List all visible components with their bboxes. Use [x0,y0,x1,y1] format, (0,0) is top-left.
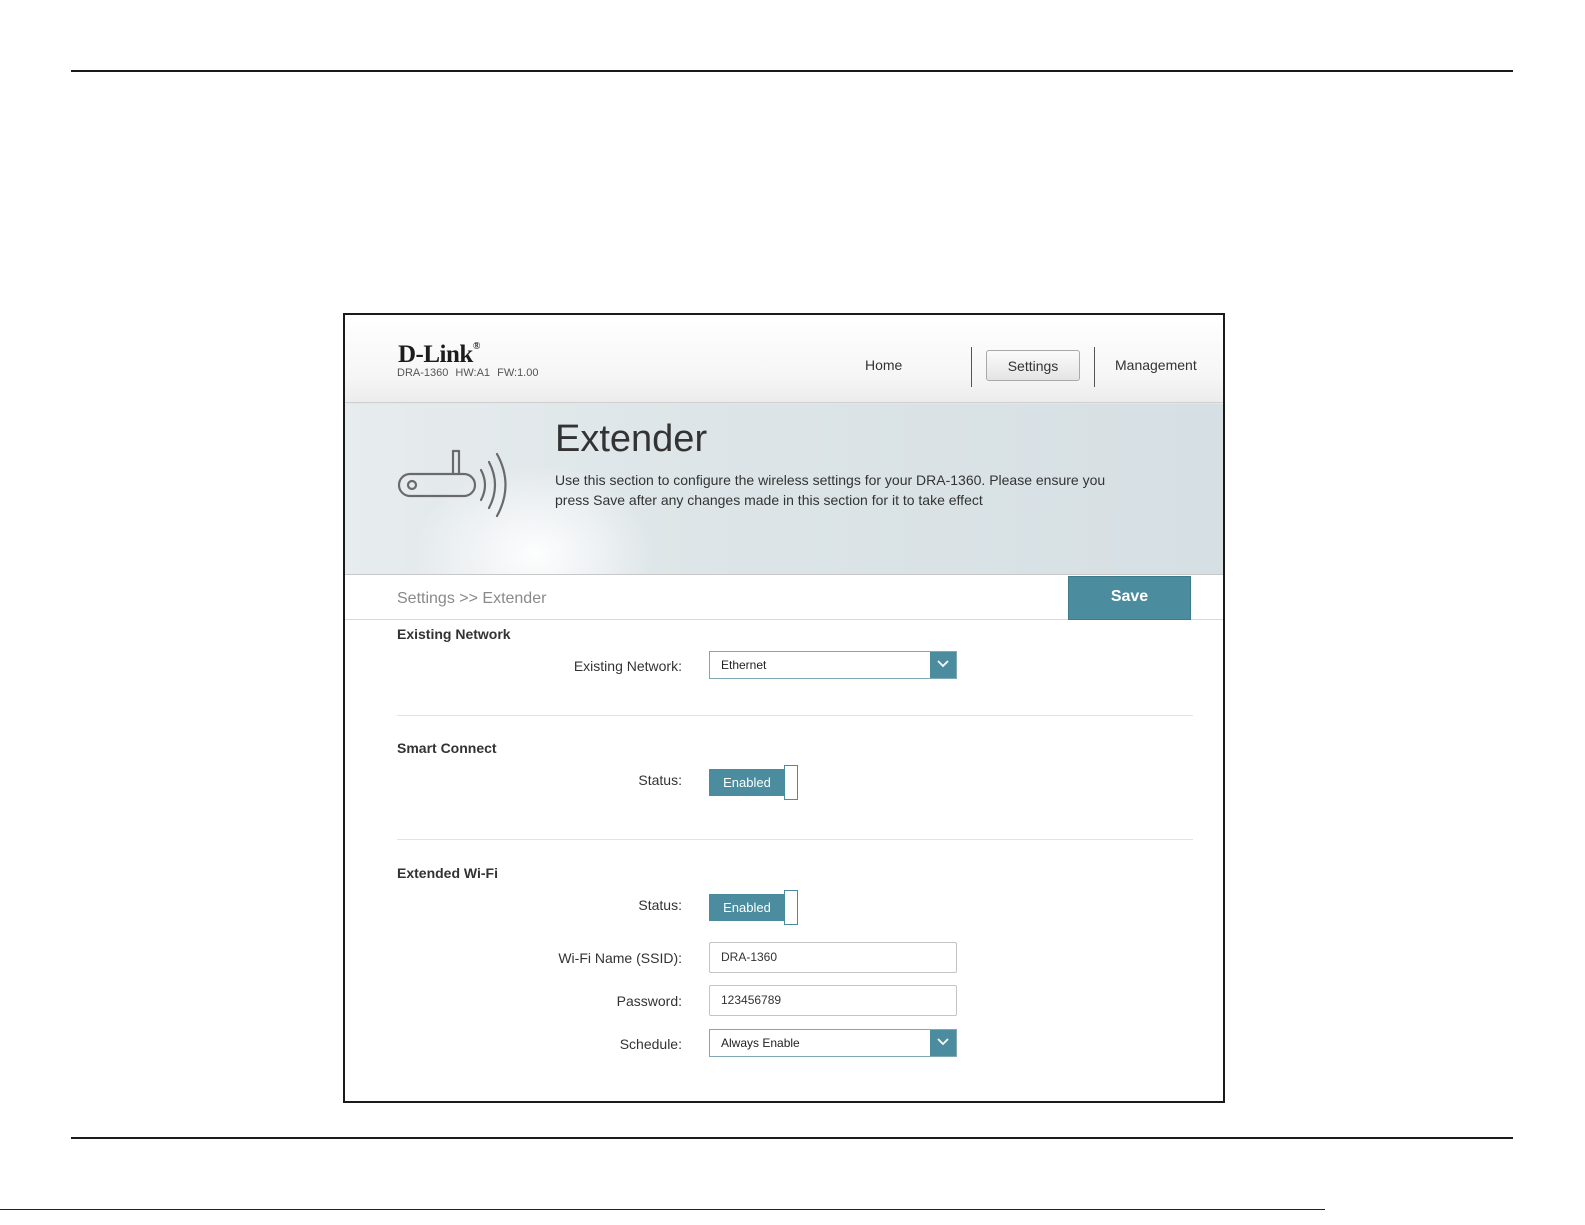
device-info: DRA-1360 HW:A1 FW:1.00 [397,367,539,379]
chevron-down-icon[interactable] [930,652,956,678]
existing-network-label: Existing Network: [573,658,682,674]
smart-connect-toggle[interactable]: Enabled [709,765,798,800]
nav-management[interactable]: Management [1115,357,1197,373]
existing-network-value: Ethernet [721,658,767,672]
page-banner: Extender Use this section to configure t… [345,404,1223,575]
smart-connect-toggle-state: Enabled [709,769,785,796]
nav-divider [971,347,972,387]
section-divider [397,715,1193,716]
schedule-label: Schedule: [619,1036,682,1052]
extended-wifi-toggle-state: Enabled [709,894,785,921]
page-description: Use this section to configure the wirele… [555,472,1106,508]
top-header: D-Link® DRA-1360 HW:A1 FW:1.00 Home Sett… [345,315,1223,403]
toggle-knob[interactable] [784,765,798,800]
nav-divider [1094,347,1095,387]
save-button[interactable]: Save [1068,576,1191,620]
schedule-select[interactable]: Always Enable [709,1029,957,1057]
extended-wifi-status-label: Status: [638,897,682,913]
router-wireless-icon [397,449,507,518]
dlink-logo: D-Link® [398,341,480,368]
page-title: Extender [555,418,708,460]
breadcrumb-bar: Settings >> Extender Save [345,576,1223,620]
existing-network-select[interactable]: Ethernet [709,651,957,679]
footer-rule [0,1209,1325,1210]
schedule-value: Always Enable [721,1036,800,1050]
password-input[interactable]: 123456789 [709,985,957,1016]
ssid-label: Wi-Fi Name (SSID): [558,950,682,966]
chevron-down-icon[interactable] [930,1030,956,1056]
extended-wifi-toggle[interactable]: Enabled [709,890,798,925]
password-label: Password: [616,993,682,1009]
section-title-smart-connect: Smart Connect [397,740,497,756]
toggle-knob[interactable] [784,890,798,925]
nav-settings[interactable]: Settings [986,350,1080,381]
ssid-input[interactable]: DRA-1360 [709,942,957,973]
section-title-extended-wifi: Extended Wi-Fi [397,865,498,881]
breadcrumb[interactable]: Settings >> Extender [397,590,546,608]
bottom-rule [71,1137,1513,1139]
smart-connect-status-label: Status: [638,772,682,788]
screenshot-frame: D-Link® DRA-1360 HW:A1 FW:1.00 Home Sett… [343,313,1225,1103]
section-divider [397,839,1193,840]
nav-home[interactable]: Home [865,357,902,373]
section-title-existing-network: Existing Network [397,626,511,642]
top-rule [71,70,1513,72]
